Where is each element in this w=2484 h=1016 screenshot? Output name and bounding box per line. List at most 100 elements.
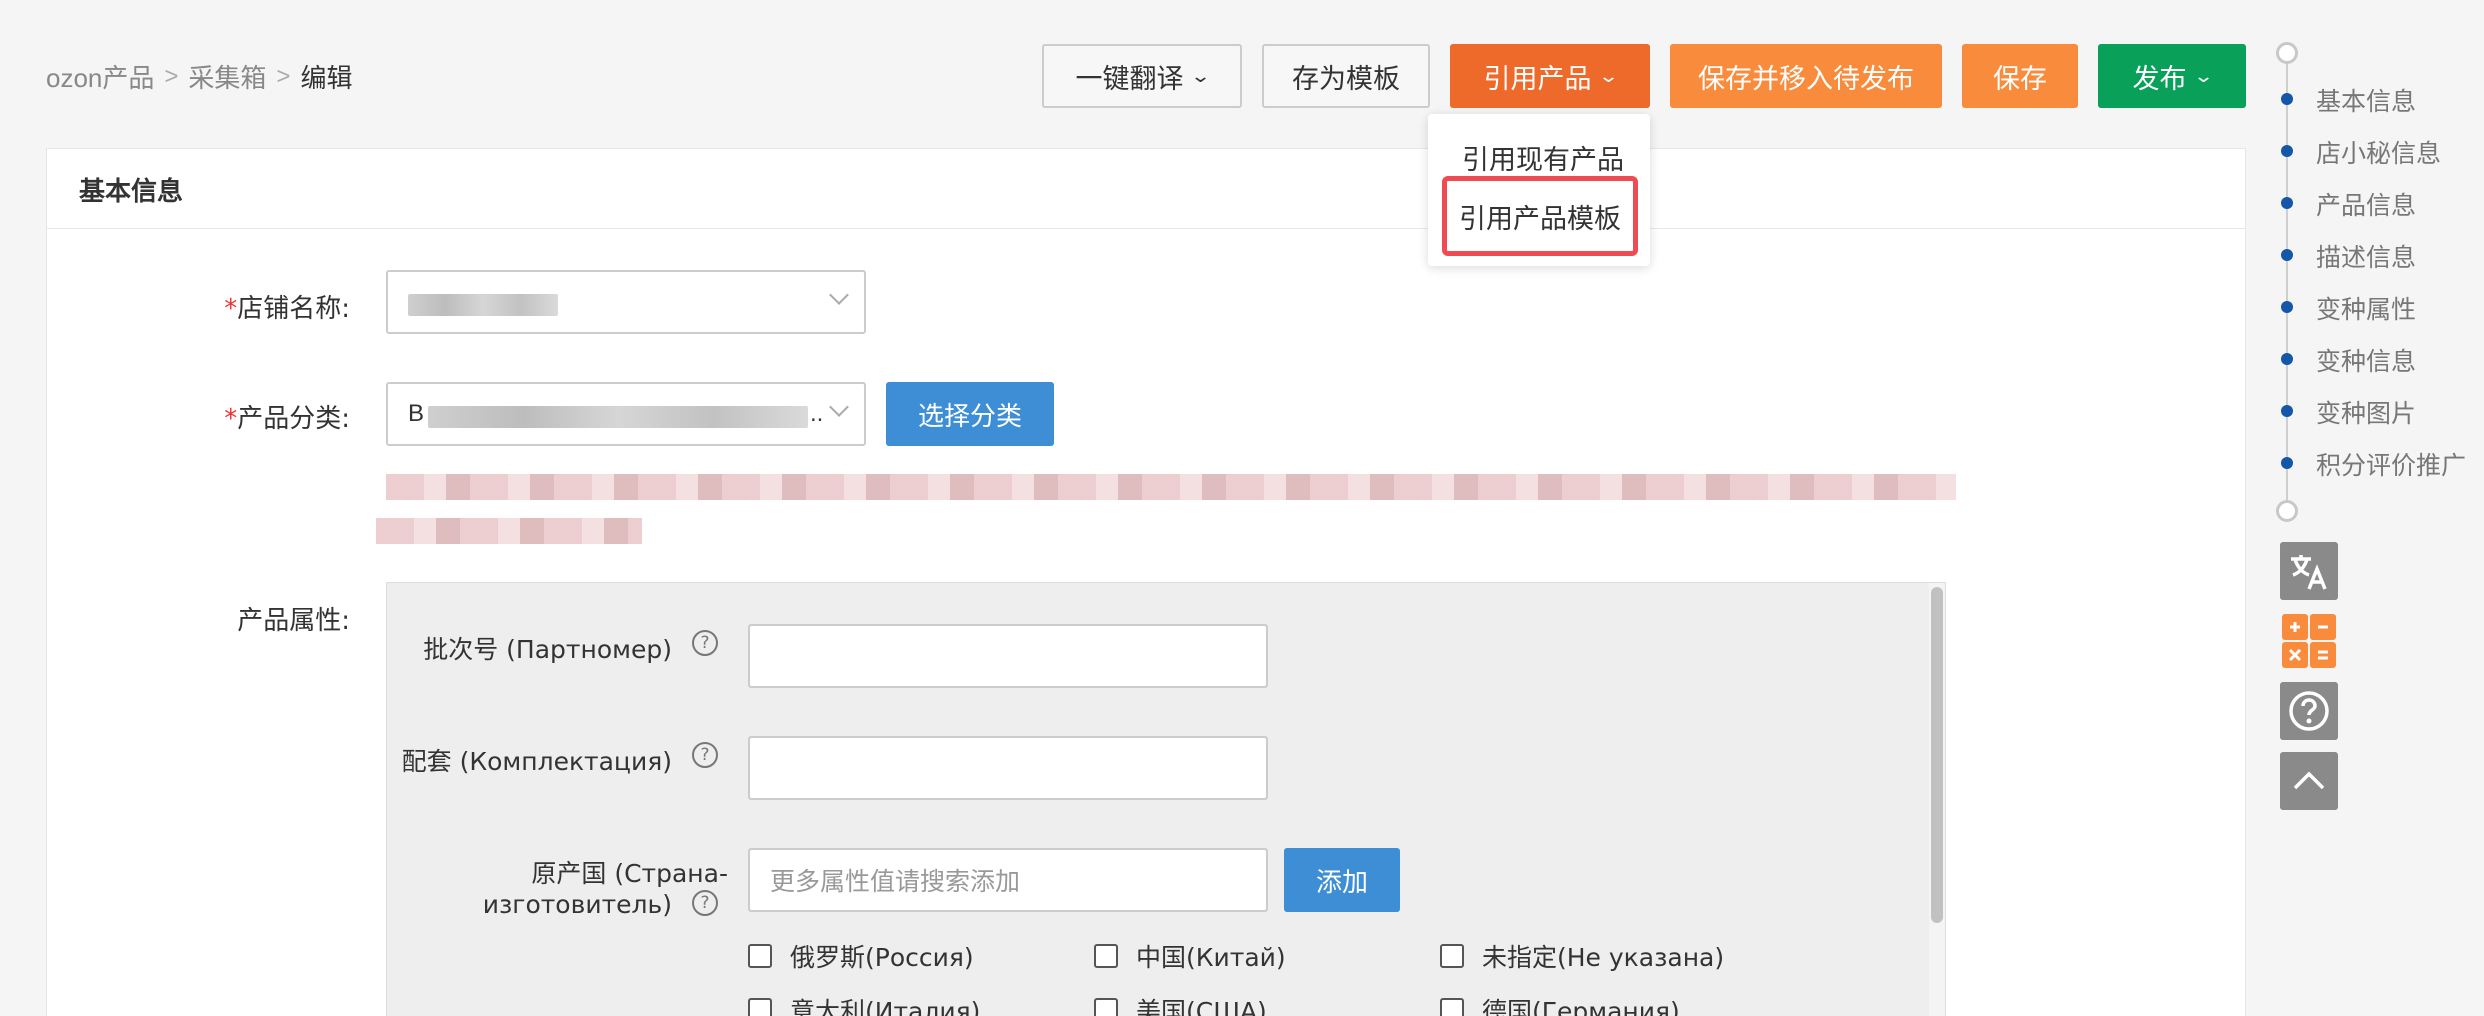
anchor-dot-icon	[2281, 405, 2293, 417]
help-icon[interactable]: ?	[692, 890, 718, 916]
chevron-down-icon: ⌄	[2193, 65, 2215, 87]
category-hint-redacted	[386, 474, 1956, 500]
anchor-dot-icon	[2281, 145, 2293, 157]
save-and-move-label: 保存并移入待发布	[1698, 63, 1914, 95]
country-label: 未指定(Не указана)	[1482, 943, 1725, 972]
chevron-down-icon: ⌄	[1190, 65, 1212, 87]
translate-tool-button[interactable]	[2280, 542, 2338, 600]
store-name-label-text: 店铺名称:	[237, 294, 350, 324]
calculator-tool-button[interactable]	[2280, 612, 2338, 670]
add-origin-label: 添加	[1315, 867, 1368, 898]
chevron-right-icon: >	[164, 62, 179, 90]
country-checkbox[interactable]: 意大利(Италия)	[748, 992, 980, 1016]
chevron-down-icon	[829, 285, 849, 305]
save-label: 保存	[1993, 63, 2047, 95]
question-circle-icon	[2289, 691, 2329, 731]
anchor-nav-points-review[interactable]: 积分评价推广	[2316, 446, 2466, 482]
breadcrumb-item-collection[interactable]: 采集箱	[188, 58, 266, 95]
checkbox-icon	[1094, 944, 1118, 968]
chevron-up-icon	[2293, 771, 2325, 790]
save-and-move-button[interactable]: 保存并移入待发布	[1670, 44, 1942, 108]
chevron-down-icon: ⌄	[1598, 65, 1620, 87]
country-checkbox[interactable]: 美国(США)	[1094, 992, 1267, 1016]
country-label: 德国(Германия)	[1482, 997, 1680, 1016]
category-hint-redacted-2	[376, 518, 642, 544]
anchor-nav-basic-info[interactable]: 基本信息	[2316, 82, 2416, 118]
translate-icon	[2291, 555, 2327, 590]
origin-country-search-input[interactable]: 更多属性值请搜索添加	[748, 848, 1268, 912]
country-label: 俄罗斯(Россия)	[790, 943, 974, 972]
select-category-button[interactable]: 选择分类	[886, 382, 1054, 446]
help-tool-button[interactable]	[2280, 682, 2338, 740]
cite-product-dropdown: 引用现有产品 引用产品模板	[1428, 114, 1650, 266]
anchor-nav-variant-info[interactable]: 变种信息	[2316, 342, 2416, 378]
anchor-dot-icon	[2281, 249, 2293, 261]
category-label: *产品分类:	[170, 398, 350, 435]
add-origin-button[interactable]: 添加	[1284, 848, 1400, 912]
kit-input[interactable]	[748, 736, 1268, 800]
required-mark: *	[224, 294, 238, 324]
card-header	[47, 149, 2245, 229]
anchor-dot-icon	[2281, 353, 2293, 365]
select-category-label: 选择分类	[917, 401, 1022, 432]
menu-item-cite-existing[interactable]: 引用现有产品	[1428, 138, 1650, 177]
section-title: 基本信息	[79, 177, 184, 207]
breadcrumb: ozon产品 > 采集箱 > 编辑	[46, 58, 352, 95]
anchor-nav-product-info[interactable]: 产品信息	[2316, 186, 2416, 222]
publish-button[interactable]: 发布 ⌄	[2098, 44, 2246, 108]
category-select[interactable]: B ..	[386, 382, 866, 446]
anchor-nav-bottom-ring	[2276, 500, 2298, 522]
kit-label: 配套 (Комплектация)	[401, 747, 672, 776]
category-prefix: B	[408, 400, 425, 427]
checkbox-icon	[1094, 998, 1118, 1016]
checkbox-icon	[748, 944, 772, 968]
chevron-right-icon: >	[276, 62, 291, 90]
back-to-top-button[interactable]	[2280, 752, 2338, 810]
chevron-down-icon	[829, 397, 849, 417]
publish-label: 发布	[2132, 63, 2187, 95]
calculator-icon	[2282, 614, 2336, 668]
origin-country-label-line1: 原产国 (Страна-	[531, 859, 728, 888]
anchor-dot-icon	[2281, 301, 2293, 313]
save-template-label: 存为模板	[1292, 63, 1400, 95]
checkbox-icon	[1440, 998, 1464, 1016]
origin-country-label-line2: изготовитель)	[482, 890, 672, 919]
translate-button[interactable]: 一键翻译 ⌄	[1042, 44, 1242, 108]
country-checkbox[interactable]: 中国(Китай)	[1094, 938, 1286, 974]
country-label: 美国(США)	[1136, 997, 1267, 1016]
scrollbar-thumb[interactable]	[1931, 587, 1943, 923]
country-label: 意大利(Италия)	[790, 997, 981, 1016]
menu-item-cite-template[interactable]: 引用产品模板	[1442, 176, 1638, 256]
breadcrumb-item-edit: 编辑	[300, 63, 353, 93]
checkbox-icon	[1440, 944, 1464, 968]
category-label-text: 产品分类:	[237, 404, 350, 434]
country-label: 中国(Китай)	[1136, 943, 1286, 972]
required-mark: *	[224, 404, 238, 434]
anchor-dot-icon	[2281, 93, 2293, 105]
breadcrumb-item-ozon[interactable]: ozon产品	[46, 58, 154, 95]
save-button[interactable]: 保存	[1962, 44, 2078, 108]
country-checkbox[interactable]: 德国(Германия)	[1440, 992, 1680, 1016]
translate-button-label: 一键翻译	[1075, 63, 1184, 95]
help-icon[interactable]: ?	[692, 742, 718, 768]
product-attributes-label: 产品属性:	[237, 606, 350, 636]
country-checkbox[interactable]: 俄罗斯(Россия)	[748, 938, 974, 974]
save-template-button[interactable]: 存为模板	[1262, 44, 1430, 108]
anchor-nav-top-ring	[2276, 42, 2298, 64]
anchor-nav-line	[2286, 52, 2288, 512]
anchor-nav-variant-images[interactable]: 变种图片	[2316, 394, 2416, 430]
anchor-nav-description[interactable]: 描述信息	[2316, 238, 2416, 274]
anchor-nav-dxm-info[interactable]: 店小秘信息	[2316, 134, 2441, 170]
batch-number-input[interactable]	[748, 624, 1268, 688]
cite-product-button[interactable]: 引用产品 ⌄	[1450, 44, 1650, 108]
batch-number-label: 批次号 (Партномер)	[423, 635, 672, 664]
store-select[interactable]	[386, 270, 866, 334]
category-suffix: ..	[810, 400, 824, 427]
country-checkbox[interactable]: 未指定(Не указана)	[1440, 938, 1724, 974]
cite-product-label: 引用产品	[1483, 63, 1592, 95]
anchor-dot-icon	[2281, 197, 2293, 209]
checkbox-icon	[748, 998, 772, 1016]
store-name-label: *店铺名称:	[170, 288, 350, 325]
help-icon[interactable]: ?	[692, 630, 718, 656]
anchor-nav-variant-attrs[interactable]: 变种属性	[2316, 290, 2416, 326]
